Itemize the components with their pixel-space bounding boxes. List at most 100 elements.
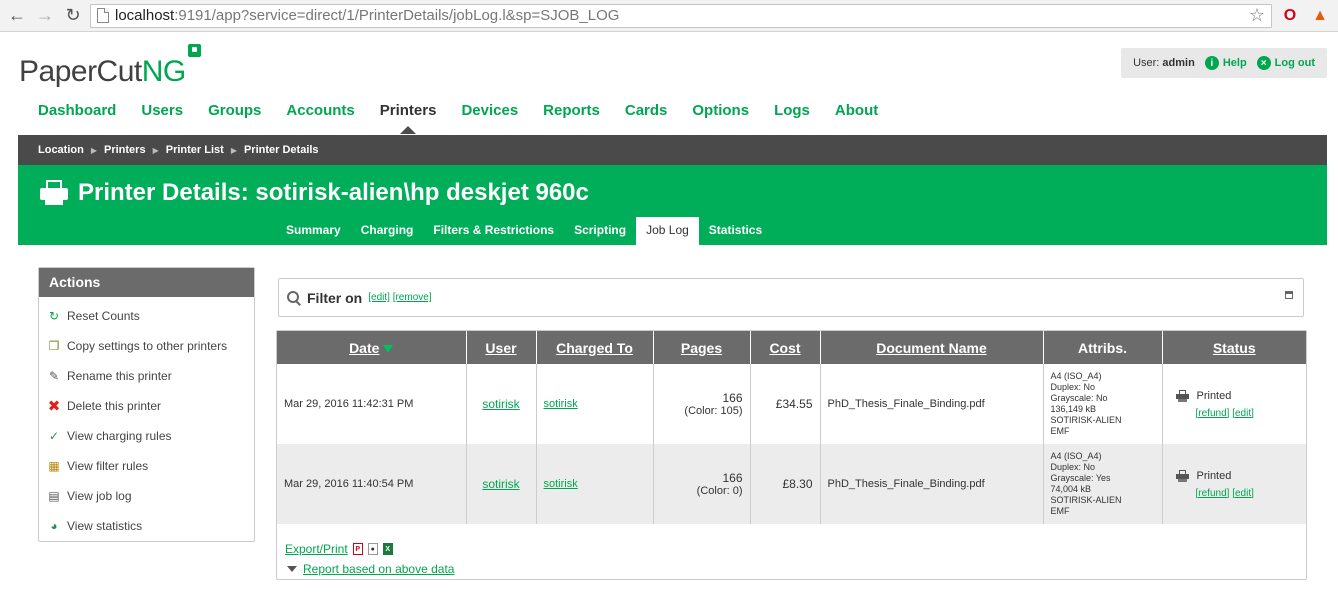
filter-rules-icon: ▦ — [48, 459, 60, 473]
user-name: admin — [1162, 57, 1195, 69]
back-icon[interactable]: ← — [6, 5, 28, 27]
breadcrumb: Location ▶ Printers ▶ Printer List ▶ Pri… — [18, 135, 1327, 165]
expand-arrow-icon[interactable] — [287, 566, 297, 572]
charging-rules-icon: ✓ — [48, 429, 60, 443]
tab-charging[interactable]: Charging — [351, 217, 424, 245]
tab-summary[interactable]: Summary — [276, 217, 351, 245]
filter-edit-link[interactable]: [edit] — [368, 292, 390, 303]
pie-chart-icon: ◕ — [50, 519, 58, 533]
pencil-icon: ✎ — [48, 369, 60, 383]
charged-to-link[interactable]: sotirisk — [544, 478, 578, 490]
nav-reports[interactable]: Reports — [543, 102, 600, 119]
search-icon — [287, 290, 301, 305]
breadcrumb-separator-icon: ▶ — [152, 145, 159, 155]
address-bar[interactable]: localhost:9191/app?service=direct/1/Prin… — [90, 3, 1272, 28]
cell-document-name: PhD_Thesis_Finale_Binding.pdf — [820, 364, 1044, 444]
breadcrumb-separator-icon: ▶ — [90, 145, 97, 155]
breadcrumb-location[interactable]: Location — [38, 144, 84, 156]
content-area: Actions ↻ Reset Counts ❐ Copy settings t… — [0, 245, 1338, 592]
col-cost[interactable]: Cost — [750, 331, 821, 364]
html-icon[interactable]: ● — [367, 543, 378, 555]
collapse-icon[interactable] — [1285, 291, 1293, 299]
report-link[interactable]: Report based on above data — [303, 562, 454, 576]
printer-icon — [1175, 469, 1189, 482]
nav-devices[interactable]: Devices — [461, 102, 518, 119]
refund-link[interactable]: [refund] — [1196, 488, 1230, 499]
breadcrumb-printer-list[interactable]: Printer List — [166, 144, 224, 156]
actions-title: Actions — [39, 268, 254, 297]
user-link[interactable]: sotirisk — [482, 397, 519, 411]
sort-desc-icon — [383, 344, 394, 353]
breadcrumb-printers[interactable]: Printers — [104, 144, 146, 156]
action-reset-counts[interactable]: ↻ Reset Counts — [39, 301, 254, 331]
nav-users[interactable]: Users — [141, 102, 183, 119]
edit-link[interactable]: [edit] — [1232, 408, 1254, 419]
cell-status: Printed [refund] [edit] — [1162, 444, 1306, 524]
cell-cost: £8.30 — [750, 444, 821, 524]
action-rename-printer[interactable]: ✎ Rename this printer — [39, 361, 254, 391]
export-print-link[interactable]: Export/Print — [285, 542, 348, 556]
table-row: Mar 29, 2016 11:40:54 PM sotirisk sotiri… — [277, 444, 1306, 524]
charged-to-link[interactable]: sotirisk — [544, 398, 578, 410]
col-charged-to[interactable]: Charged To — [536, 331, 654, 364]
reload-icon[interactable]: ↻ — [62, 5, 84, 27]
printer-tabs: Summary Charging Filters & Restrictions … — [276, 217, 772, 245]
report-bar: Report based on above data — [287, 562, 454, 576]
edit-link[interactable]: [edit] — [1232, 488, 1254, 499]
action-delete-printer[interactable]: ✖ Delete this printer — [39, 391, 254, 421]
action-view-job-log[interactable]: ▤ View job log — [39, 481, 254, 511]
job-log-icon: ▤ — [48, 489, 60, 503]
page-icon — [97, 8, 109, 23]
nav-dashboard[interactable]: Dashboard — [38, 102, 116, 119]
reset-icon: ↻ — [48, 309, 60, 323]
nav-groups[interactable]: Groups — [208, 102, 261, 119]
excel-icon[interactable]: X — [382, 543, 393, 555]
action-view-statistics[interactable]: ◕ View statistics — [39, 511, 254, 541]
tab-scripting[interactable]: Scripting — [564, 217, 636, 245]
col-document-name[interactable]: Document Name — [820, 331, 1044, 364]
nav-logs[interactable]: Logs — [774, 102, 810, 119]
col-status[interactable]: Status — [1162, 331, 1306, 364]
forward-icon[interactable]: → — [34, 5, 56, 27]
col-user[interactable]: User — [466, 331, 537, 364]
action-view-charging-rules[interactable]: ✓ View charging rules — [39, 421, 254, 451]
user-label: User: — [1133, 57, 1160, 69]
breadcrumb-printer-details: Printer Details — [243, 144, 319, 156]
tab-filters-restrictions[interactable]: Filters & Restrictions — [423, 217, 564, 245]
nav-options[interactable]: Options — [692, 102, 749, 119]
help-link[interactable]: i Help — [1204, 56, 1247, 70]
filter-label: Filter on — [307, 289, 363, 306]
nav-printers[interactable]: Printers — [380, 102, 436, 134]
printer-icon — [40, 180, 68, 206]
filter-bar: Filter on [edit] [remove] — [278, 278, 1304, 317]
cell-date: Mar 29, 2016 11:42:31 PM — [277, 364, 467, 444]
tab-job-log[interactable]: Job Log — [636, 217, 699, 245]
pdf-icon[interactable]: P — [352, 543, 363, 555]
delete-icon: ✖ — [47, 398, 61, 415]
nav-accounts[interactable]: Accounts — [286, 102, 354, 119]
nav-about[interactable]: About — [835, 102, 878, 119]
refund-link[interactable]: [refund] — [1196, 408, 1230, 419]
nav-cards[interactable]: Cards — [625, 102, 668, 119]
app-header: PaperCutNG User: admin i Help × Log out Da… — [0, 32, 1338, 135]
cell-date: Mar 29, 2016 11:40:54 PM — [277, 444, 467, 524]
copy-icon: ❐ — [48, 339, 60, 353]
papercut-logo[interactable]: PaperCutNG — [19, 55, 186, 89]
page-title: Printer Details: sotirisk-alien\hp deskj… — [40, 179, 589, 207]
action-view-filter-rules[interactable]: ▦ View filter rules — [39, 451, 254, 481]
breadcrumb-separator-icon: ▶ — [230, 145, 237, 155]
browser-toolbar: ← → ↻ localhost:9191/app?service=direct/… — [0, 0, 1338, 32]
filter-remove-link[interactable]: [remove] — [393, 292, 432, 303]
cell-attribs: A4 (ISO_A4) Duplex: No Grayscale: No 136… — [1043, 364, 1163, 444]
col-date[interactable]: Date — [277, 331, 467, 364]
col-pages[interactable]: Pages — [653, 331, 751, 364]
opera-extension-icon[interactable]: O — [1278, 4, 1302, 28]
action-copy-settings[interactable]: ❐ Copy settings to other printers — [39, 331, 254, 361]
fire-extension-icon[interactable]: ▲ — [1308, 4, 1332, 28]
bookmark-star-icon[interactable]: ☆ — [1249, 5, 1265, 26]
col-attribs: Attribs. — [1043, 331, 1163, 364]
user-link[interactable]: sotirisk — [482, 477, 519, 491]
export-bar: Export/Print P ● X — [285, 542, 393, 556]
tab-statistics[interactable]: Statistics — [699, 217, 772, 245]
logout-link[interactable]: × Log out — [1256, 56, 1315, 70]
